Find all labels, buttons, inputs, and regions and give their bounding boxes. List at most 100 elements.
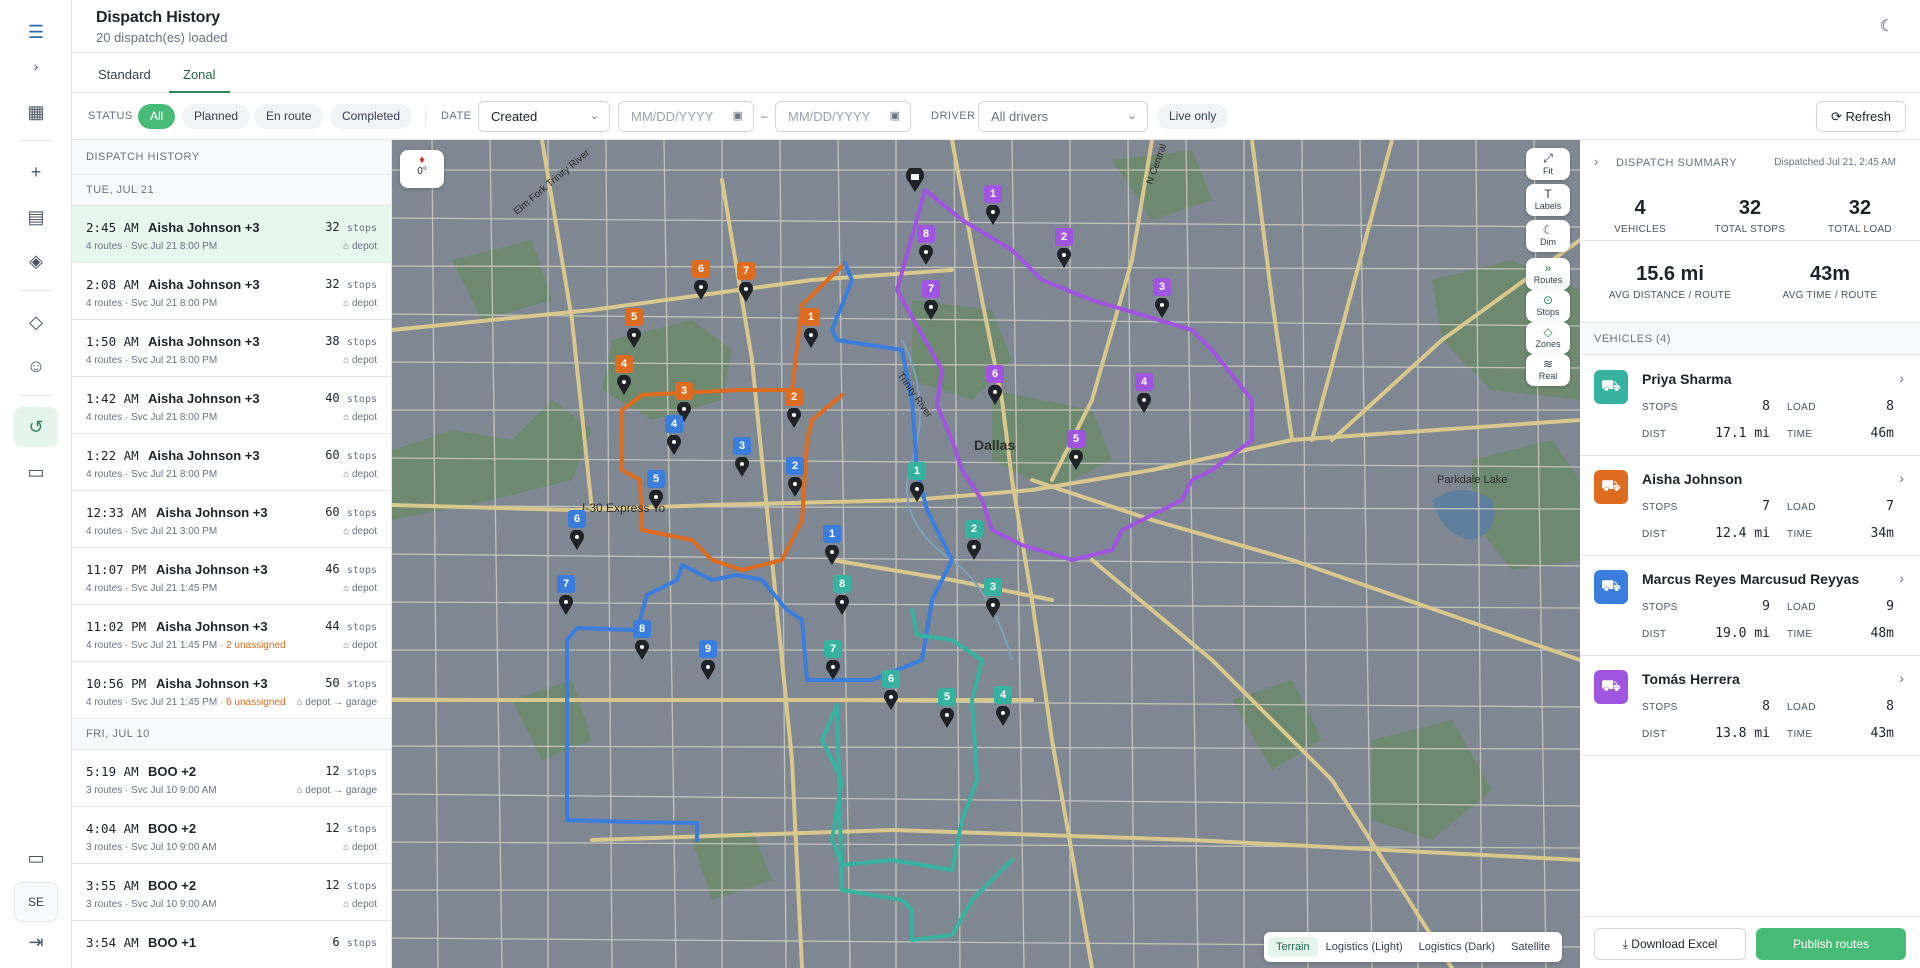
live-only-toggle[interactable]: Live only — [1157, 104, 1229, 129]
stop-marker-purple-3[interactable]: 3 — [1153, 278, 1171, 296]
moon-icon[interactable]: ☾ — [1880, 16, 1894, 36]
layer-logistics-light[interactable]: Logistics (Light) — [1318, 937, 1411, 957]
billing-icon[interactable]: ▭ — [14, 838, 58, 878]
map-icon[interactable]: ▤ — [14, 197, 58, 237]
map-pin-icon[interactable] — [909, 482, 925, 502]
history-icon[interactable]: ↺ — [14, 407, 58, 447]
stop-marker-purple-1[interactable]: 1 — [984, 185, 1002, 203]
map-control-stops[interactable]: ⊙ Stops — [1526, 290, 1570, 322]
map-pin-icon[interactable] — [825, 660, 841, 680]
logout-icon[interactable]: ⇥ — [14, 922, 58, 962]
dispatch-row[interactable]: 5:19 AM BOO +2 12 stops 3 routes · Svc Jul … — [72, 750, 391, 807]
stop-marker-orange-2[interactable]: 2 — [785, 388, 803, 406]
stop-marker-blue-9[interactable]: 9 — [699, 640, 717, 658]
stop-marker-orange-7[interactable]: 7 — [737, 262, 755, 280]
dashboard-icon[interactable]: ▦ — [14, 92, 58, 132]
map-pin-icon[interactable] — [634, 640, 650, 660]
publish-routes-button[interactable]: Publish routes — [1756, 928, 1906, 960]
chevron-right-icon[interactable]: › — [1899, 470, 1904, 486]
map-pin-icon[interactable] — [918, 245, 934, 265]
map-pin-icon[interactable] — [985, 598, 1001, 618]
avatar[interactable]: SE — [14, 882, 58, 922]
map-control-labels[interactable]: T Labels — [1526, 184, 1570, 216]
map-control-zones[interactable]: ◇ Zones — [1526, 322, 1570, 354]
dispatch-row[interactable]: 2:45 AM Aisha Johnson +3 32 stops 4 routes … — [72, 206, 391, 263]
date-from-input[interactable]: MM/DD/YYYY ▣ — [618, 101, 754, 132]
status-planned[interactable]: Planned — [182, 104, 251, 129]
stop-marker-blue-4[interactable]: 4 — [665, 415, 683, 433]
dispatch-row[interactable]: 3:54 AM BOO +1 6 stops — [72, 921, 391, 968]
dispatch-row[interactable]: 12:33 AM Aisha Johnson +3 60 stops 4 routes… — [72, 491, 391, 548]
map-pin-icon[interactable] — [966, 540, 982, 560]
stop-marker-purple-7[interactable]: 7 — [922, 280, 940, 298]
map-pin-icon[interactable] — [569, 530, 585, 550]
stop-marker-orange-4[interactable]: 4 — [615, 355, 633, 373]
add-icon[interactable]: + — [14, 152, 58, 192]
layer-terrain[interactable]: Terrain — [1268, 937, 1318, 957]
map-pin-icon[interactable] — [693, 280, 709, 300]
dispatch-row[interactable]: 10:56 PM Aisha Johnson +3 50 stops 4 routes… — [72, 662, 391, 719]
map-pin-icon[interactable] — [648, 490, 664, 510]
status-completed[interactable]: Completed — [330, 104, 413, 129]
dispatch-row[interactable]: 2:08 AM Aisha Johnson +3 32 stops 4 routes … — [72, 263, 391, 320]
stop-marker-blue-7[interactable]: 7 — [557, 575, 575, 593]
package-icon[interactable]: ◈ — [14, 241, 58, 281]
vehicle-card[interactable]: ⛟ Marcus Reyes Marcusud Reyyas › STOPS 9 LOAD… — [1580, 556, 1920, 656]
map-pin-icon[interactable] — [666, 435, 682, 455]
vehicle-card[interactable]: ⛟ Tomás Herrera › STOPS 8 LOAD 8 DIST 13.8 mi TIM… — [1580, 656, 1920, 756]
status-en-route[interactable]: En route — [254, 104, 324, 129]
map-pin-icon[interactable] — [1056, 248, 1072, 268]
layer-satellite[interactable]: Satellite — [1503, 937, 1558, 957]
map-pin-icon[interactable] — [883, 690, 899, 710]
dispatch-row[interactable]: 3:55 AM BOO +2 12 stops 3 routes · Svc Jul … — [72, 864, 391, 921]
chevron-right-icon[interactable]: › — [1899, 670, 1904, 686]
users-icon[interactable]: ☺ — [14, 346, 58, 386]
map-pin-icon[interactable] — [923, 300, 939, 320]
map-pin-icon[interactable] — [1068, 450, 1084, 470]
driver-select[interactable]: All drivers ⌄ — [978, 101, 1148, 132]
stop-marker-purple-8[interactable]: 8 — [917, 225, 935, 243]
map-pin-icon[interactable] — [786, 408, 802, 428]
map-control-real[interactable]: ≋ Real — [1526, 354, 1570, 386]
layer-logistics-dark[interactable]: Logistics (Dark) — [1411, 937, 1503, 957]
stop-marker-teal-4[interactable]: 4 — [994, 686, 1012, 704]
collapse-chevron-icon[interactable]: › — [1594, 154, 1598, 169]
stop-marker-purple-4[interactable]: 4 — [1135, 373, 1153, 391]
stop-marker-purple-6[interactable]: 6 — [986, 365, 1004, 383]
stop-marker-purple-5[interactable]: 5 — [1067, 430, 1085, 448]
map-pin-icon[interactable] — [995, 706, 1011, 726]
map-pin-icon[interactable] — [834, 595, 850, 615]
refresh-button[interactable]: ⟳ Refresh — [1815, 101, 1906, 132]
compass-button[interactable]: ♦ 0° — [400, 150, 444, 188]
vehicle-card[interactable]: ⛟ Aisha Johnson › STOPS 7 LOAD 7 DIST 12.4 mi TIM… — [1580, 456, 1920, 556]
stop-marker-teal-8[interactable]: 8 — [833, 575, 851, 593]
map-pin-icon[interactable] — [1154, 298, 1170, 318]
chevron-right-icon[interactable]: › — [1899, 570, 1904, 586]
dispatch-row[interactable]: 1:42 AM Aisha Johnson +3 40 stops 4 routes … — [72, 377, 391, 434]
map-pin-icon[interactable] — [700, 660, 716, 680]
expand-chevron-icon[interactable]: › — [14, 46, 58, 86]
map-pin-icon[interactable] — [787, 477, 803, 497]
map-control-fit[interactable]: ⤢ Fit — [1526, 148, 1570, 180]
map-pin-icon[interactable] — [616, 375, 632, 395]
stop-marker-teal-3[interactable]: 3 — [984, 578, 1002, 596]
stop-marker-teal-6[interactable]: 6 — [882, 670, 900, 688]
stop-marker-orange-5[interactable]: 5 — [625, 308, 643, 326]
map-pin-icon[interactable] — [1136, 393, 1152, 413]
map-control-dim[interactable]: ☾ Dim — [1526, 220, 1570, 252]
wallet-icon[interactable]: ▭ — [14, 452, 58, 492]
map-pin-icon[interactable] — [824, 545, 840, 565]
map-pin-icon[interactable] — [939, 708, 955, 728]
vehicle-card[interactable]: ⛟ Priya Sharma › STOPS 8 LOAD 8 DIST 17.1 mi TIME… — [1580, 356, 1920, 456]
stop-marker-blue-3[interactable]: 3 — [733, 437, 751, 455]
map-pin-icon[interactable] — [626, 328, 642, 348]
stop-marker-orange-1[interactable]: 1 — [802, 308, 820, 326]
stop-marker-teal-2[interactable]: 2 — [965, 520, 983, 538]
date-type-select[interactable]: Created ⌄ — [478, 101, 610, 132]
dispatch-row[interactable]: 11:07 PM Aisha Johnson +3 46 stops 4 routes… — [72, 548, 391, 605]
stop-marker-orange-3[interactable]: 3 — [675, 382, 693, 400]
tab-standard[interactable]: Standard — [84, 53, 165, 93]
status-all[interactable]: All — [138, 104, 176, 129]
stop-marker-blue-8[interactable]: 8 — [633, 620, 651, 638]
stop-marker-blue-6[interactable]: 6 — [568, 510, 586, 528]
